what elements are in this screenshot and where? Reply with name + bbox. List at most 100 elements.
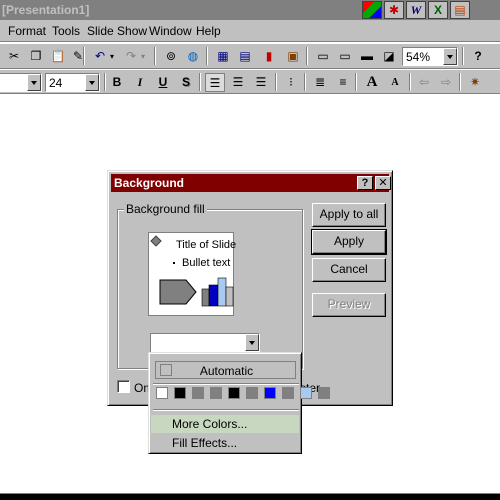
new-slide-icon[interactable]: ▭ bbox=[313, 47, 333, 66]
toolbar-separator bbox=[275, 73, 277, 91]
insert-chart-icon[interactable]: ▮ bbox=[259, 47, 279, 66]
increase-spacing-icon[interactable]: ≣ bbox=[310, 73, 330, 92]
menu-bar: Format Tools Slide Show Window Help bbox=[0, 20, 500, 42]
office-shortcut-bar: ✱ W X ▤ bbox=[362, 1, 470, 19]
chevron-down-icon[interactable] bbox=[245, 334, 259, 351]
color-swatch[interactable] bbox=[282, 387, 294, 399]
animation-effects-icon[interactable]: ✷ bbox=[465, 73, 485, 92]
preview-bullet-text: Bullet text bbox=[182, 257, 231, 269]
align-right-icon[interactable]: ☰ bbox=[251, 73, 271, 92]
color-swatch[interactable] bbox=[156, 387, 168, 399]
toolbar-separator bbox=[83, 47, 85, 65]
preview-chart-icon bbox=[201, 277, 234, 307]
color-swatch[interactable] bbox=[318, 387, 330, 399]
more-colors-item[interactable]: More Colors... bbox=[151, 415, 299, 433]
dialog-title: Background bbox=[114, 176, 185, 190]
toolbar-separator bbox=[199, 73, 201, 91]
diamond-bullet-icon bbox=[150, 235, 162, 247]
color-icon[interactable] bbox=[362, 1, 382, 19]
align-left-icon[interactable]: ☰ bbox=[205, 73, 225, 92]
grayscale-icon[interactable]: ◪ bbox=[379, 47, 399, 66]
powerpoint-icon[interactable]: ▤ bbox=[450, 1, 470, 19]
dialog-title-bar[interactable]: Background ? ✕ bbox=[111, 174, 391, 192]
decrease-font-size-button[interactable]: A bbox=[385, 73, 405, 92]
toolbar-separator bbox=[206, 47, 208, 65]
toolbar-separator bbox=[355, 73, 357, 91]
fill-effects-item[interactable]: Fill Effects... bbox=[151, 434, 299, 452]
redo-dropdown-icon[interactable]: ▾ bbox=[137, 47, 149, 66]
color-swatch[interactable] bbox=[300, 387, 312, 399]
chevron-down-icon[interactable] bbox=[85, 74, 99, 91]
fill-color-combo[interactable] bbox=[150, 333, 260, 353]
toolbar-separator bbox=[459, 73, 461, 91]
color-swatch[interactable] bbox=[228, 387, 240, 399]
toolbar-separator bbox=[409, 73, 411, 91]
title-bar: [Presentation1] ✱ W X ▤ bbox=[0, 0, 500, 20]
undo-dropdown-icon[interactable]: ▾ bbox=[106, 47, 118, 66]
decrease-spacing-icon[interactable]: ≡ bbox=[333, 73, 353, 92]
hyperlink-icon[interactable]: ⊚ bbox=[161, 47, 181, 66]
formatting-toolbar: 24 B I U S ☰ ☰ ☰ ⁝ ≣ ≡ A A ⇦ ⇨ ✷ bbox=[0, 69, 500, 94]
demote-icon[interactable]: ⇨ bbox=[436, 73, 456, 92]
excel-icon[interactable]: X bbox=[428, 1, 448, 19]
apply-to-all-button[interactable]: Apply to all bbox=[312, 203, 386, 227]
omit-master-checkbox[interactable] bbox=[117, 380, 130, 393]
apply-design-icon[interactable]: ▬ bbox=[357, 47, 377, 66]
cut-icon[interactable]: ✂ bbox=[4, 47, 24, 66]
color-swatch[interactable] bbox=[246, 387, 258, 399]
chevron-down-icon[interactable] bbox=[443, 48, 457, 65]
slide-preview: Title of Slide Bullet text bbox=[148, 232, 237, 316]
toolbar-separator bbox=[154, 47, 156, 65]
window-title: [Presentation1] bbox=[2, 3, 90, 17]
toolbar-separator bbox=[104, 73, 106, 91]
menu-help[interactable]: Help bbox=[196, 24, 221, 38]
zoom-combo[interactable]: 54% bbox=[402, 47, 458, 66]
color-swatch[interactable] bbox=[174, 387, 186, 399]
group-label: Background fill bbox=[124, 202, 207, 216]
promote-icon[interactable]: ⇦ bbox=[414, 73, 434, 92]
format-painter-icon[interactable]: ✎ bbox=[68, 47, 88, 66]
status-divider bbox=[0, 493, 500, 500]
chevron-down-icon[interactable] bbox=[27, 74, 41, 91]
bold-button[interactable]: B bbox=[107, 73, 127, 92]
preview-arrow-shape-icon bbox=[159, 279, 197, 305]
copy-icon[interactable]: ❐ bbox=[26, 47, 46, 66]
color-swatches bbox=[156, 387, 330, 399]
insert-table-icon[interactable]: ▦ bbox=[213, 47, 233, 66]
preview-button[interactable]: Preview bbox=[312, 293, 386, 317]
automatic-color-option[interactable]: Automatic bbox=[155, 361, 296, 379]
menu-slide-show[interactable]: Slide Show bbox=[87, 24, 147, 38]
automatic-label: Automatic bbox=[199, 364, 254, 378]
help-icon[interactable]: ? bbox=[468, 47, 488, 66]
menu-tools[interactable]: Tools bbox=[52, 24, 80, 38]
preview-slide-title: Title of Slide bbox=[176, 239, 237, 251]
apply-button[interactable]: Apply bbox=[311, 229, 387, 255]
bullets-icon[interactable]: ⁝ bbox=[281, 73, 301, 92]
insert-excel-icon[interactable]: ▤ bbox=[235, 47, 255, 66]
web-toolbar-icon[interactable]: ◍ bbox=[183, 47, 203, 66]
color-swatch[interactable] bbox=[264, 387, 276, 399]
color-swatch[interactable] bbox=[210, 387, 222, 399]
zoom-value: 54% bbox=[406, 50, 431, 64]
font-name-combo[interactable] bbox=[0, 73, 42, 92]
menu-format[interactable]: Format bbox=[8, 24, 46, 38]
slide-layout-icon[interactable]: ▭ bbox=[335, 47, 355, 66]
help-button[interactable]: ? bbox=[357, 176, 373, 190]
word-icon[interactable]: W bbox=[406, 1, 426, 19]
text-shadow-button[interactable]: S bbox=[176, 73, 196, 92]
cancel-button[interactable]: Cancel bbox=[312, 258, 386, 282]
toolbar-separator bbox=[304, 73, 306, 91]
menu-window[interactable]: Window bbox=[149, 24, 192, 38]
paste-icon[interactable]: 📋 bbox=[48, 47, 68, 66]
italic-button[interactable]: I bbox=[130, 73, 150, 92]
color-swatch[interactable] bbox=[192, 387, 204, 399]
underline-button[interactable]: U bbox=[153, 73, 173, 92]
align-center-icon[interactable]: ☰ bbox=[228, 73, 248, 92]
close-button[interactable]: ✕ bbox=[375, 176, 391, 190]
color-dropdown-menu: Automatic More Colors... Fill Effects... bbox=[148, 352, 330, 454]
figure-icon[interactable]: ✱ bbox=[384, 1, 404, 19]
font-size-combo[interactable]: 24 bbox=[45, 73, 100, 92]
increase-font-size-button[interactable]: A bbox=[362, 73, 382, 92]
menu-separator bbox=[153, 383, 299, 385]
insert-clipart-icon[interactable]: ▣ bbox=[283, 47, 303, 66]
